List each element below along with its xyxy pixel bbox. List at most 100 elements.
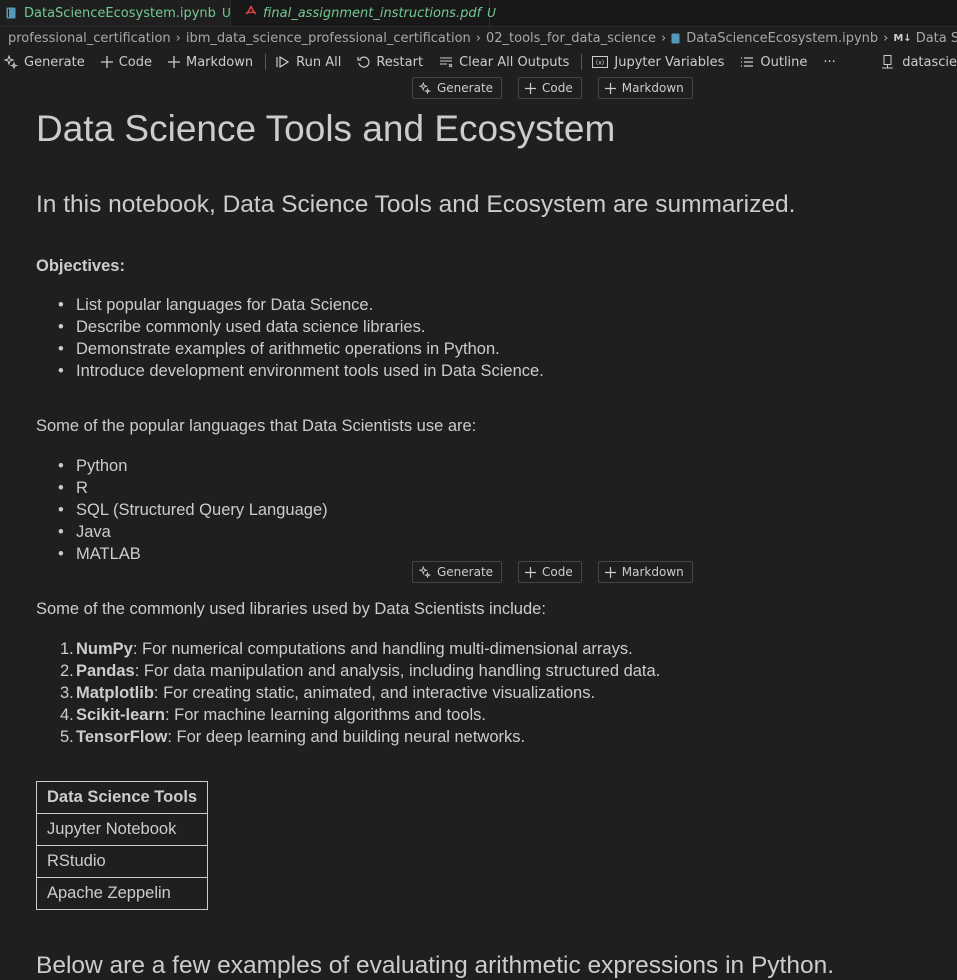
kernel-picker[interactable]: datascie xyxy=(881,51,957,73)
toolbar-divider xyxy=(581,54,583,70)
arithmetic-heading: Below are a few examples of evaluating a… xyxy=(36,952,835,979)
variables-icon: (x) xyxy=(592,56,609,68)
kernel-icon xyxy=(881,55,894,69)
list-item: 4. Scikit-learn: For machine learning alg… xyxy=(36,704,660,726)
tools-table: Data Science Tools Jupyter Notebook RStu… xyxy=(35,781,209,910)
tab-pdf[interactable]: final_assignment_instructions.pdf U xyxy=(231,0,496,26)
chevron-right-icon: › xyxy=(883,30,889,46)
add-code-cell-button[interactable]: Code xyxy=(518,77,582,99)
objectives-list: List popular languages for Data Science.… xyxy=(36,294,544,382)
plus-icon xyxy=(525,82,537,94)
generate-cell-button[interactable]: Generate xyxy=(412,77,503,99)
markdown-label: Markdown xyxy=(186,54,254,70)
objectives-label: Objectives: xyxy=(36,257,125,275)
table-row: Apache Zeppelin xyxy=(35,877,209,910)
library-name: Scikit-learn xyxy=(76,706,165,724)
restart-icon xyxy=(357,56,370,69)
add-code-button[interactable]: Code xyxy=(100,55,152,70)
generate-cell-button[interactable]: Generate xyxy=(412,561,503,583)
table-row: Jupyter Notebook xyxy=(35,813,209,846)
notebook-toolbar: Generate Code Markdown Run All Restart C… xyxy=(0,51,957,73)
libraries-intro: Some of the commonly used libraries used… xyxy=(36,600,546,618)
library-description: : For numerical computations and handlin… xyxy=(132,640,633,658)
run-all-button[interactable]: Run All xyxy=(276,55,341,70)
generate-cell-label: Generate xyxy=(437,565,494,579)
list-item: List popular languages for Data Science. xyxy=(36,294,544,316)
sparkle-icon xyxy=(4,55,18,69)
generate-label: Generate xyxy=(24,54,85,70)
tab-notebook[interactable]: DataScienceEcosystem.ipynb U xyxy=(0,0,231,26)
jupyter-variables-label: Jupyter Variables xyxy=(614,54,725,70)
notebook-title: Data Science Tools and Ecosystem xyxy=(36,108,616,149)
outline-label: Outline xyxy=(760,54,808,70)
tab-pdf-status: U xyxy=(487,6,496,20)
table-cell: RStudio xyxy=(35,845,209,878)
breadcrumb-item[interactable]: Data Science Tools and E xyxy=(916,31,957,46)
markdown-icon: M↓ xyxy=(893,32,912,44)
breadcrumb: professional_certification › ibm_data_sc… xyxy=(0,27,957,49)
list-item: Java xyxy=(36,521,328,543)
notebook-file-icon xyxy=(671,33,680,44)
restart-button[interactable]: Restart xyxy=(357,55,423,70)
breadcrumb-item[interactable]: DataScienceEcosystem.ipynb xyxy=(686,31,878,46)
add-markdown-button[interactable]: Markdown xyxy=(168,55,253,70)
plus-icon xyxy=(604,82,616,94)
outline-icon xyxy=(740,56,754,68)
more-actions-button[interactable]: ··· xyxy=(823,55,835,70)
table-header-row: Data Science Tools xyxy=(35,781,209,814)
restart-label: Restart xyxy=(376,54,424,70)
plus-icon xyxy=(604,566,616,578)
add-markdown-cell-button[interactable]: Markdown xyxy=(597,77,693,99)
list-item: Demonstrate examples of arithmetic opera… xyxy=(36,338,544,360)
table-header-cell: Data Science Tools xyxy=(35,781,209,814)
chevron-right-icon: › xyxy=(175,30,181,46)
list-item: 5. TensorFlow: For deep learning and buil… xyxy=(36,726,660,748)
library-name: TensorFlow xyxy=(76,728,168,746)
list-number: 5. xyxy=(60,728,74,746)
table-row: RStudio xyxy=(35,845,209,878)
list-item: SQL (Structured Query Language) xyxy=(36,499,328,521)
library-description: : For machine learning algorithms and to… xyxy=(164,706,486,724)
add-code-cell-button[interactable]: Code xyxy=(518,561,582,583)
add-markdown-cell-label: Markdown xyxy=(621,81,684,95)
tab-pdf-label: final_assignment_instructions.pdf xyxy=(263,5,482,21)
generate-button[interactable]: Generate xyxy=(4,55,85,70)
more-icon: ··· xyxy=(823,54,836,70)
cell-insert-toolbar: Generate Code Markdown xyxy=(412,77,709,99)
sparkle-icon xyxy=(419,82,431,94)
list-number: 2. xyxy=(60,662,74,680)
languages-intro: Some of the popular languages that Data … xyxy=(36,417,477,435)
tab-notebook-label: DataScienceEcosystem.ipynb xyxy=(24,5,216,21)
run-all-icon xyxy=(276,55,290,69)
library-description: : For data manipulation and analysis, in… xyxy=(134,662,661,680)
breadcrumb-item[interactable]: ibm_data_science_professional_certificat… xyxy=(186,31,471,46)
cell-insert-toolbar: Generate Code Markdown xyxy=(412,561,709,583)
list-item: R xyxy=(36,477,328,499)
toolbar-divider xyxy=(265,54,267,70)
breadcrumb-item[interactable]: 02_tools_for_data_science xyxy=(486,31,656,46)
list-item: Describe commonly used data science libr… xyxy=(36,316,544,338)
clear-all-outputs-label: Clear All Outputs xyxy=(459,54,570,70)
library-name: Matplotlib xyxy=(76,684,154,702)
jupyter-variables-button[interactable]: (x) Jupyter Variables xyxy=(592,55,724,70)
library-description: : For creating static, animated, and int… xyxy=(153,684,596,702)
chevron-right-icon: › xyxy=(661,30,667,46)
plus-icon xyxy=(100,56,113,68)
list-number: 1. xyxy=(60,640,74,658)
sparkle-icon xyxy=(419,566,431,578)
add-markdown-cell-button[interactable]: Markdown xyxy=(597,561,693,583)
list-number: 3. xyxy=(60,684,74,702)
clear-all-outputs-button[interactable]: Clear All Outputs xyxy=(439,55,569,70)
plus-icon xyxy=(168,56,180,68)
add-code-cell-label: Code xyxy=(542,565,573,579)
breadcrumb-item[interactable]: professional_certification xyxy=(8,31,171,46)
svg-text:(x): (x) xyxy=(596,60,604,67)
tab-notebook-status: U xyxy=(221,6,231,20)
clear-all-icon xyxy=(439,56,453,68)
chevron-right-icon: › xyxy=(475,30,481,46)
list-item: Introduce development environment tools … xyxy=(36,360,544,382)
add-code-cell-label: Code xyxy=(542,81,573,95)
outline-button[interactable]: Outline xyxy=(740,55,807,70)
notebook-file-icon xyxy=(6,7,16,19)
kernel-label: datascie xyxy=(902,54,957,70)
